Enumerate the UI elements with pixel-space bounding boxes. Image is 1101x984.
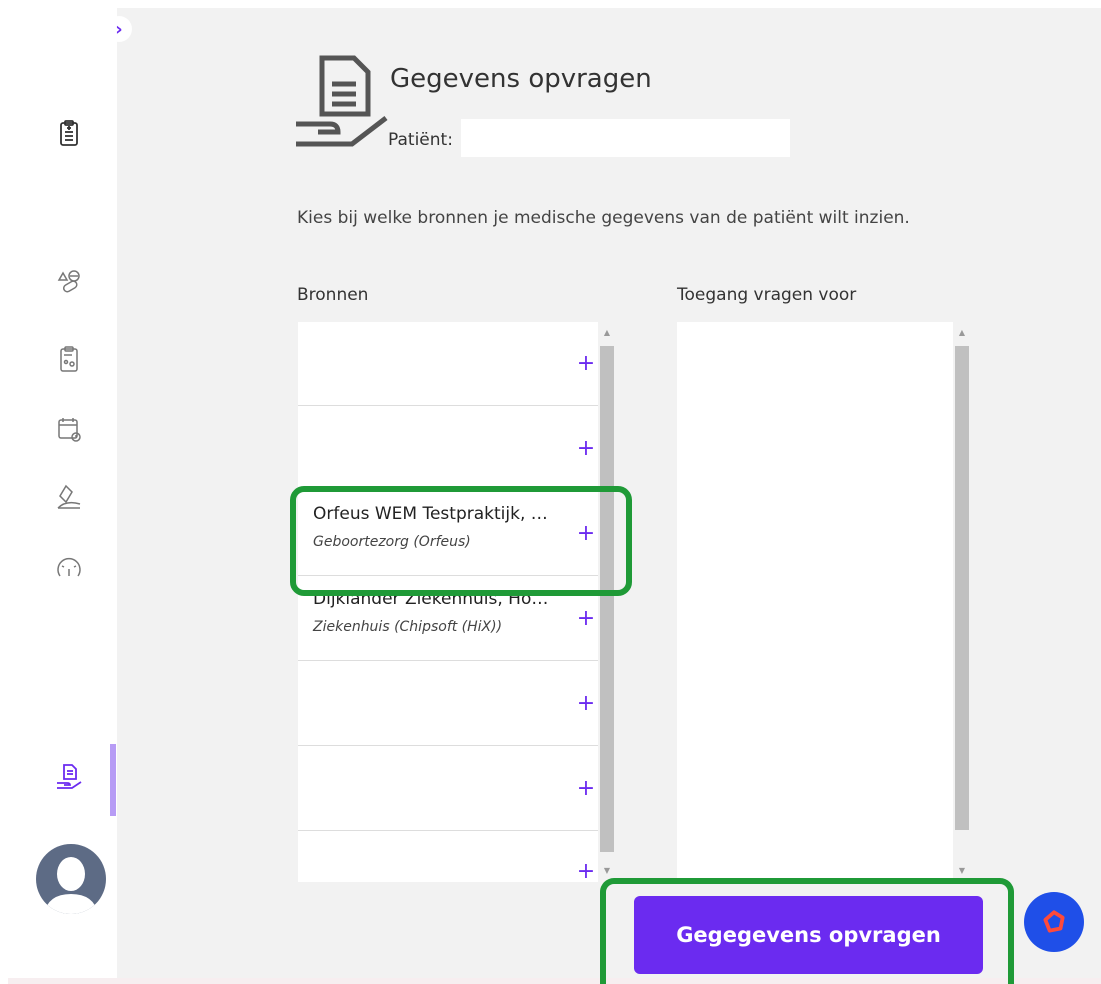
sources-scroll-thumb[interactable] <box>600 346 614 852</box>
request-data-button[interactable]: Gegegevens opvragen <box>634 896 983 974</box>
request-data-header-icon <box>294 52 394 152</box>
app-root: › Gegevens opvragen Patiënt: Kies bij we… <box>0 0 1101 984</box>
help-button[interactable] <box>1024 892 1084 952</box>
orfeus-highlight <box>290 486 632 596</box>
sidebar <box>8 8 117 978</box>
scroll-down-icon[interactable]: ▼ <box>953 864 971 878</box>
source-type: Ziekenhuis (Chipsoft (HiX)) <box>313 619 503 635</box>
source-row: + <box>298 832 598 884</box>
add-source-button[interactable]: + <box>574 352 598 376</box>
source-row: + <box>298 322 598 406</box>
patient-label: Patiënt: <box>388 130 453 150</box>
medication-icon[interactable] <box>52 264 86 298</box>
gauge-icon[interactable] <box>52 552 86 586</box>
add-source-button[interactable]: + <box>574 860 598 884</box>
add-source-button[interactable]: + <box>574 607 598 631</box>
access-list[interactable]: ▲ ▼ <box>677 322 971 882</box>
source-row: + <box>298 747 598 831</box>
expand-sidebar-button[interactable]: › <box>106 16 132 42</box>
avatar[interactable] <box>36 844 106 914</box>
sources-list[interactable]: + + Orfeus WEM Testpraktijk, … Geboortez… <box>298 322 616 884</box>
patient-name-field <box>461 119 790 157</box>
source-row: + <box>298 407 598 491</box>
add-source-button[interactable]: + <box>574 692 598 716</box>
source-row: + <box>298 662 598 746</box>
calendar-icon[interactable] <box>52 412 86 446</box>
page-title: Gegevens opvragen <box>390 64 652 94</box>
sources-scrollbar[interactable]: ▲ ▼ <box>598 322 616 882</box>
lab-icon[interactable] <box>52 480 86 514</box>
sources-header: Bronnen <box>297 285 369 305</box>
active-nav-indicator <box>110 744 116 816</box>
scroll-down-icon[interactable]: ▼ <box>598 864 616 878</box>
patient-record-icon[interactable] <box>52 342 86 376</box>
scroll-up-icon[interactable]: ▲ <box>598 326 616 340</box>
add-source-button[interactable]: + <box>574 437 598 461</box>
instructions-text: Kies bij welke bronnen je medische gegev… <box>297 208 910 228</box>
add-source-button[interactable]: + <box>574 777 598 801</box>
access-scrollbar[interactable]: ▲ ▼ <box>953 322 971 882</box>
scroll-up-icon[interactable]: ▲ <box>953 326 971 340</box>
access-scroll-thumb[interactable] <box>955 346 969 830</box>
data-request-icon[interactable] <box>52 760 86 794</box>
chevron-right-icon: › <box>115 18 123 40</box>
support-icon <box>1043 910 1065 933</box>
access-header: Toegang vragen voor <box>677 285 857 305</box>
clipboard-icon[interactable] <box>52 116 86 150</box>
